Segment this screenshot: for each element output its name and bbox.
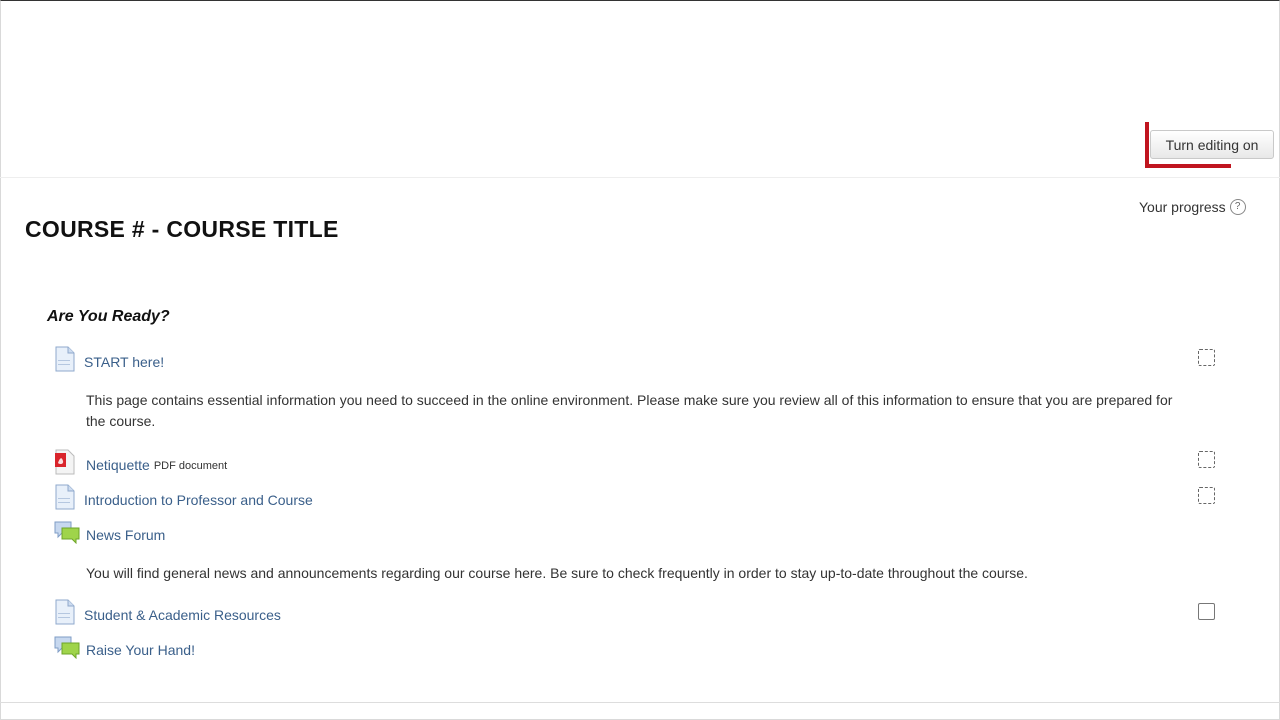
page-icon [54,599,75,625]
activity-student-resources[interactable]: Student & Academic Resources [54,599,281,625]
activity-news-forum[interactable]: News Forum [54,520,165,544]
highlight-marker-underline [1145,164,1231,168]
turn-editing-on-button[interactable]: Turn editing on [1150,130,1274,159]
course-title: COURSE # - COURSE TITLE [25,216,339,242]
activity-link[interactable]: News Forum [86,527,165,543]
activity-link[interactable]: Introduction to Professor and Course [84,492,313,508]
completion-checkbox[interactable] [1198,349,1215,366]
progress-label: Your progress [1139,199,1226,215]
your-progress: Your progress ? [1139,199,1246,215]
section-title: Are You Ready? [47,308,170,325]
forum-icon [54,635,80,659]
section-divider [0,702,1280,703]
activity-description: You will find general news and announcem… [86,565,1028,581]
forum-icon [54,520,80,544]
activity-link[interactable]: Netiquette [86,457,150,473]
highlight-marker [1145,122,1149,168]
pdf-icon [54,449,76,475]
header-divider [0,177,1280,178]
activity-introduction[interactable]: Introduction to Professor and Course [54,484,313,510]
activity-link[interactable]: START here! [84,354,164,370]
page-icon [54,484,75,510]
activity-description: This page contains essential information… [86,392,1173,429]
page-icon [54,346,75,372]
activity-start-here[interactable]: START here! [54,346,164,372]
resource-type-label: PDF document [153,460,228,472]
completion-checkbox[interactable] [1198,487,1215,504]
activity-raise-your-hand[interactable]: Raise Your Hand! [54,635,195,659]
help-icon[interactable]: ? [1229,199,1246,215]
activity-link[interactable]: Raise Your Hand! [86,642,195,658]
completion-checkbox[interactable] [1198,451,1215,468]
activity-link[interactable]: Student & Academic Resources [84,607,281,623]
completion-checkbox[interactable] [1198,603,1215,620]
activity-netiquette[interactable]: Netiquette PDF document [54,449,227,475]
